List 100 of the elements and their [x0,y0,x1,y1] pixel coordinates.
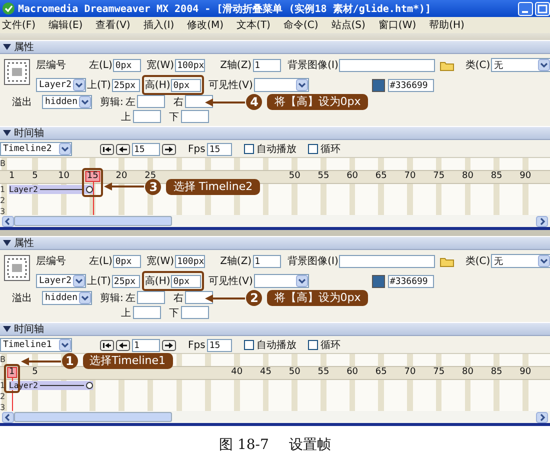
input-field[interactable]: 0px [171,78,202,92]
collapse-icon[interactable] [3,129,11,137]
frame-number[interactable]: 80 [462,171,474,182]
input-field[interactable] [133,306,161,319]
input-field[interactable]: 0px [171,274,202,288]
dropdown[interactable]: hidden [42,290,92,304]
dropdown[interactable]: 无 [491,58,550,72]
menu-item[interactable]: 帮助(H) [429,18,464,32]
color-swatch[interactable] [372,78,385,92]
dropdown[interactable]: 无 [491,254,550,268]
folder-icon[interactable] [440,256,454,266]
frame-number[interactable]: 50 [288,171,300,182]
dropdown[interactable]: hidden [42,94,92,108]
input-field[interactable] [137,291,166,304]
input-field[interactable]: 1 [252,254,281,268]
folder-icon[interactable] [440,60,454,70]
menu-item[interactable]: 修改(M) [187,18,224,32]
checkbox[interactable] [308,144,318,154]
frame-number[interactable]: 85 [490,171,502,182]
input-field[interactable] [185,95,214,108]
menu-item[interactable]: 文件(F) [2,18,36,32]
scroll-right-icon[interactable] [536,412,548,422]
frame-number[interactable]: 65 [375,367,387,378]
input-field[interactable] [133,110,161,123]
dropdown[interactable]: Layer2 [36,78,86,92]
collapse-icon[interactable] [3,325,11,333]
dropdown[interactable]: Timeline1 [0,338,72,352]
animation-bar[interactable]: Layer2 [9,185,93,194]
frame-number[interactable]: 1 [9,171,15,182]
playhead-line[interactable] [92,182,94,215]
frame-number[interactable]: 90 [520,171,532,182]
menu-item[interactable]: 文本(T) [236,18,270,32]
panel-header[interactable]: 属性 [0,40,550,54]
maximize-icon[interactable] [535,2,550,16]
frame-number[interactable]: 70 [404,367,416,378]
dropdown[interactable] [254,78,309,92]
fps-field[interactable]: 15 [207,142,232,156]
menu-item[interactable]: 编辑(E) [48,18,83,32]
input-field[interactable]: #336699 [388,274,434,288]
input-field[interactable] [181,110,209,123]
scroll-left-icon[interactable] [2,216,14,226]
input-field[interactable] [185,291,214,304]
input-field[interactable]: 1 [252,58,281,72]
input-field[interactable]: 0px [113,58,142,72]
frame-number[interactable]: 60 [346,367,358,378]
input-field[interactable]: 100px [175,58,206,72]
input-field[interactable]: 25px [112,78,140,92]
frame-number[interactable]: 5 [32,171,38,182]
fps-field[interactable]: 15 [207,338,232,352]
panel-header[interactable]: 时间轴 [0,322,550,336]
back-icon[interactable] [116,340,130,350]
back-icon[interactable] [116,144,130,154]
scroll-thumb[interactable] [14,412,172,422]
frame-number[interactable]: 45 [260,367,272,378]
input-field[interactable]: 25px [112,274,140,288]
minimize-icon[interactable] [518,2,533,16]
frame-number[interactable]: 75 [433,367,445,378]
frame-number[interactable]: 10 [58,171,70,182]
menu-item[interactable]: 插入(I) [143,18,174,32]
input-field[interactable]: 100px [175,254,206,268]
frame-number[interactable]: 20 [116,171,128,182]
play-icon[interactable] [162,144,176,154]
input-field[interactable]: #336699 [388,78,434,92]
dropdown[interactable]: Layer2 [36,274,86,288]
collapse-icon[interactable] [3,239,11,247]
frame-number[interactable]: 90 [520,367,532,378]
frame-number[interactable]: 1 [7,367,17,378]
collapse-icon[interactable] [3,43,11,51]
frame-number[interactable]: 5 [32,367,38,378]
scroll-right-icon[interactable] [536,216,548,226]
frame-number[interactable]: 15 [84,171,100,182]
menu-item[interactable]: 站点(S) [331,18,366,32]
scroll-left-icon[interactable] [2,412,14,422]
frame-number[interactable]: 70 [404,171,416,182]
dropdown[interactable]: Timeline2 [0,142,72,156]
panel-header[interactable]: 属性 [0,236,550,250]
frame-number[interactable]: 75 [433,171,445,182]
input-field[interactable]: 0px [113,254,142,268]
frame-number[interactable]: 65 [375,171,387,182]
keyframe-icon[interactable] [86,382,93,389]
rewind-icon[interactable] [100,144,114,154]
input-field[interactable] [181,306,209,319]
dropdown[interactable] [254,274,309,288]
keyframe-icon[interactable] [86,186,93,193]
frame-number[interactable]: 50 [288,367,300,378]
frame-number[interactable]: 85 [490,367,502,378]
input-field[interactable] [137,95,166,108]
panel-header[interactable]: 时间轴 [0,126,550,140]
play-icon[interactable] [162,340,176,350]
frame-number[interactable]: 55 [318,367,330,378]
input-field[interactable] [339,254,436,268]
checkbox[interactable] [244,340,254,350]
frame-number[interactable]: 60 [346,171,358,182]
input-field[interactable] [339,58,436,72]
playhead-line[interactable] [12,378,13,411]
color-swatch[interactable] [372,274,385,288]
frame-number[interactable]: 40 [231,367,243,378]
menu-item[interactable]: 命令(C) [283,18,318,32]
checkbox[interactable] [244,144,254,154]
menu-item[interactable]: 查看(V) [96,18,130,32]
